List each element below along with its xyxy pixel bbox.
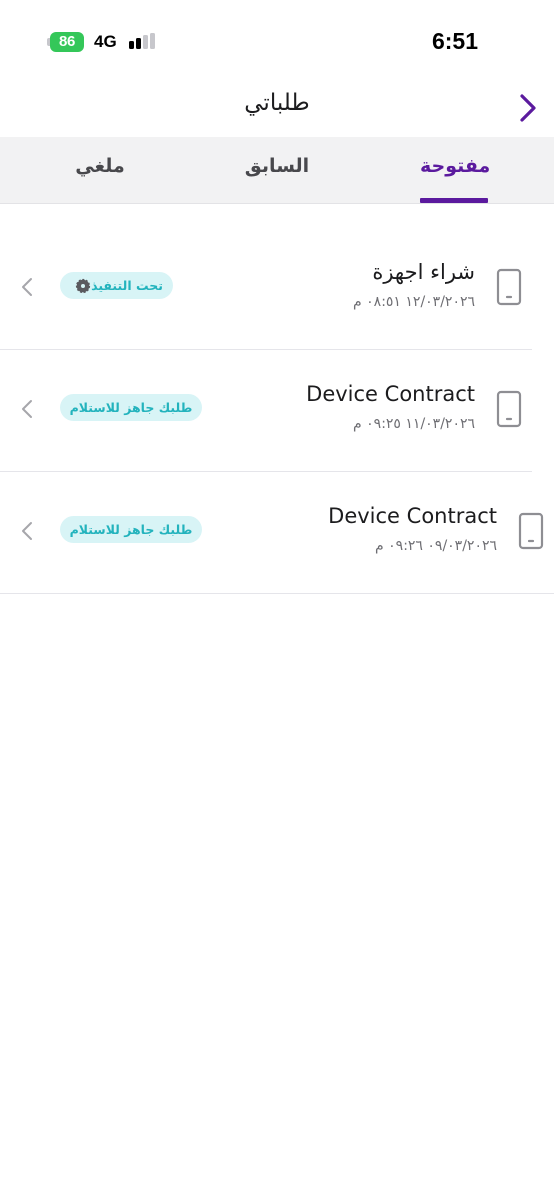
tab-open[interactable]: مفتوحة <box>420 155 490 177</box>
mobile-device-icon <box>518 512 544 550</box>
chevron-left-icon <box>22 400 32 418</box>
battery-level: 86 <box>50 31 84 52</box>
order-title: Device Contract <box>306 382 475 406</box>
order-title: شراء اجهزة <box>372 260 475 284</box>
status-badge-label: طلبك جاهز للاستلام <box>69 522 193 537</box>
status-badge: طلبك جاهز للاستلام <box>60 516 202 543</box>
status-time: 6:51 <box>431 28 478 54</box>
chevron-right-icon <box>520 94 536 122</box>
signal-strength-icon <box>129 33 159 49</box>
chevron-left-icon <box>22 522 32 540</box>
back-button[interactable] <box>510 88 546 128</box>
chevron-left-icon <box>22 278 32 296</box>
order-date: ٠٩/٠٣/٢٠٢٦ ٠٩:٢٦ م <box>375 538 497 554</box>
page-title: طلباتي <box>244 90 310 116</box>
status-bar: 86 4G 6:51 <box>0 0 554 84</box>
status-badge-label: طلبك جاهز للاستلام <box>69 400 193 415</box>
network-type: 4G <box>94 32 117 51</box>
gear-icon <box>76 278 91 293</box>
status-badge: تحت التنفيذ <box>60 272 173 299</box>
status-badge: طلبك جاهز للاستلام <box>60 394 202 421</box>
battery-indicator: 86 <box>47 31 85 52</box>
order-title: Device Contract <box>328 504 497 528</box>
active-tab-indicator <box>420 198 488 203</box>
order-date: ١١/٠٣/٢٠٢٦ ٠٩:٢٥ م <box>353 416 475 432</box>
order-date: ١٢/٠٣/٢٠٢٦ ٠٨:٥١ م <box>353 294 475 310</box>
order-item[interactable]: شراء اجهزة ١٢/٠٣/٢٠٢٦ ٠٨:٥١ م تحت التنفي… <box>0 228 532 350</box>
status-badge-label: تحت التنفيذ <box>91 278 163 293</box>
order-item[interactable]: Device Contract ١١/٠٣/٢٠٢٦ ٠٩:٢٥ م طلبك … <box>0 350 532 472</box>
nav-header: طلباتي <box>0 84 554 136</box>
tab-bar: مفتوحة السابق ملغي <box>0 137 554 204</box>
order-item[interactable]: Device Contract ٠٩/٠٣/٢٠٢٦ ٠٩:٢٦ م طلبك … <box>0 472 554 594</box>
orders-list: شراء اجهزة ١٢/٠٣/٢٠٢٦ ٠٨:٥١ م تحت التنفي… <box>0 228 554 594</box>
mobile-device-icon <box>496 268 522 306</box>
mobile-device-icon <box>496 390 522 428</box>
tab-cancelled[interactable]: ملغي <box>70 155 130 177</box>
tab-previous[interactable]: السابق <box>240 155 314 177</box>
